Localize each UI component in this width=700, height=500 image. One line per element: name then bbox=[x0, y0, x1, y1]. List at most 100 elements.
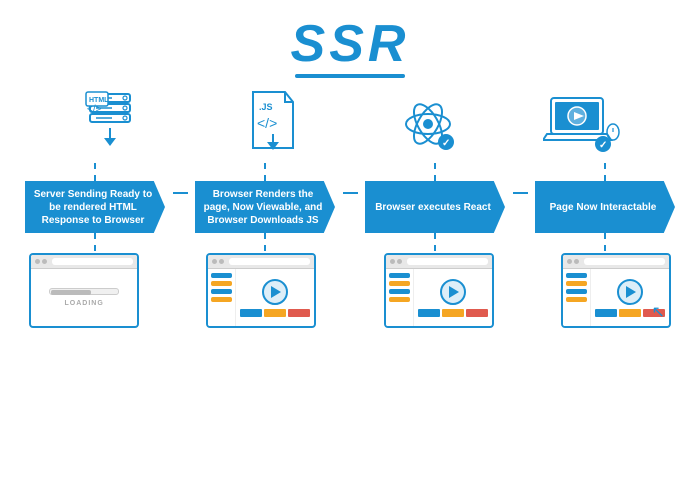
browser2-urlbar bbox=[229, 258, 310, 265]
cb-orange-2 bbox=[264, 309, 286, 317]
step2-label: Browser Renders the page, Now Viewable, … bbox=[203, 188, 323, 227]
sidebar-line-b4-1 bbox=[566, 273, 587, 278]
browser3-bar bbox=[386, 255, 492, 269]
browser3-dot2 bbox=[397, 259, 402, 264]
cb-blue-4 bbox=[595, 309, 617, 317]
browser1-loading: LOADING bbox=[29, 253, 139, 328]
step2-icon: .JS </> bbox=[228, 86, 318, 161]
cb-blue-3 bbox=[418, 309, 440, 317]
browser2-bar bbox=[208, 255, 314, 269]
browser2-sidebar bbox=[208, 269, 236, 326]
browser4-sidebar bbox=[563, 269, 591, 326]
cb-orange-4 bbox=[619, 309, 641, 317]
title-section: SSR bbox=[0, 0, 700, 78]
cb-red-2 bbox=[288, 309, 310, 317]
browser2-content bbox=[208, 269, 314, 326]
browser3-sidebar bbox=[386, 269, 414, 326]
browser4-dot2 bbox=[574, 259, 579, 264]
browser1-dot2 bbox=[42, 259, 47, 264]
browser3-col bbox=[373, 253, 505, 328]
play-button-2 bbox=[262, 279, 288, 305]
browser4-content: ↖ bbox=[563, 269, 669, 326]
play-button-3 bbox=[440, 279, 466, 305]
browser1-urlbar bbox=[52, 258, 133, 265]
cb-red-3 bbox=[466, 309, 488, 317]
play-triangle-3 bbox=[449, 286, 459, 298]
sidebar-line-b3-3 bbox=[389, 289, 410, 294]
color-blocks-2 bbox=[240, 309, 310, 317]
step1-arrow: Server Sending Ready to be rendered HTML… bbox=[25, 181, 165, 233]
svg-text:✓: ✓ bbox=[442, 138, 450, 149]
browser2-col bbox=[195, 253, 327, 328]
step1-label: Server Sending Ready to be rendered HTML… bbox=[33, 188, 153, 227]
dashed-line-1 bbox=[94, 163, 96, 181]
browser3-content bbox=[386, 269, 492, 326]
loading-bar-outer bbox=[49, 288, 119, 295]
browser3-urlbar bbox=[407, 258, 488, 265]
svg-text:</>: </> bbox=[257, 115, 277, 131]
connector-3-4 bbox=[513, 192, 528, 194]
color-blocks-3 bbox=[418, 309, 488, 317]
browser2 bbox=[206, 253, 316, 328]
step4-label: Page Now Interactable bbox=[550, 201, 657, 214]
dashed-line-4b bbox=[604, 233, 606, 251]
connector-1-2 bbox=[173, 192, 188, 194]
play-button-4 bbox=[617, 279, 643, 305]
loading-label: LOADING bbox=[64, 300, 103, 307]
browser4-urlbar bbox=[584, 258, 665, 265]
loading-bar-inner bbox=[51, 290, 91, 295]
step1-icon: HTML </> bbox=[73, 86, 163, 161]
dashed-line-3 bbox=[434, 163, 436, 181]
sidebar-line-b3-2 bbox=[389, 281, 410, 286]
step3-arrow: Browser executes React bbox=[365, 181, 505, 233]
svg-text:HTML: HTML bbox=[89, 97, 109, 104]
sidebar-line-b4-3 bbox=[566, 289, 587, 294]
dashed-line-2 bbox=[264, 163, 266, 181]
step3-icon-col: ✓ bbox=[350, 86, 505, 161]
title-underline bbox=[295, 74, 405, 78]
dashed-line-3b bbox=[434, 233, 436, 251]
sidebar-line-b4-4 bbox=[566, 297, 587, 302]
sidebar-line-2 bbox=[211, 281, 232, 286]
step3-icon: ✓ bbox=[383, 86, 473, 161]
browser4-main: ↖ bbox=[591, 269, 669, 326]
svg-text:.JS: .JS bbox=[259, 102, 273, 112]
browser4-dot1 bbox=[567, 259, 572, 264]
cb-blue-2 bbox=[240, 309, 262, 317]
browser3-dot1 bbox=[390, 259, 395, 264]
connector-2-3 bbox=[343, 192, 358, 194]
icons-row: HTML </> .JS </> bbox=[0, 86, 700, 161]
browser2-dot1 bbox=[212, 259, 217, 264]
browser3 bbox=[384, 253, 494, 328]
sidebar-line-1 bbox=[211, 273, 232, 278]
step4-icon: ✓ bbox=[538, 86, 628, 161]
browser3-main bbox=[414, 269, 492, 326]
browser4-col: ↖ bbox=[550, 253, 682, 328]
browser1-content: LOADING bbox=[31, 269, 137, 326]
dashed-line-4 bbox=[604, 163, 606, 181]
sidebar-line-4 bbox=[211, 297, 232, 302]
browser2-main bbox=[236, 269, 314, 326]
cb-orange-3 bbox=[442, 309, 464, 317]
step2-icon-col: .JS </> bbox=[195, 86, 350, 161]
browser4: ↖ bbox=[561, 253, 671, 328]
arrows-section: Server Sending Ready to be rendered HTML… bbox=[0, 163, 700, 251]
play-triangle-2 bbox=[271, 286, 281, 298]
step4-arrow: Page Now Interactable bbox=[535, 181, 675, 233]
step2-arrow: Browser Renders the page, Now Viewable, … bbox=[195, 181, 335, 233]
browser1-bar bbox=[31, 255, 137, 269]
dashed-line-2b bbox=[264, 233, 266, 251]
browser1-dot1 bbox=[35, 259, 40, 264]
svg-text:</>: </> bbox=[87, 104, 102, 115]
step4-icon-col: ✓ bbox=[505, 86, 660, 161]
step1-icon-col: HTML </> bbox=[40, 86, 195, 161]
browser1-col: LOADING bbox=[18, 253, 150, 328]
cursor-icon: ↖ bbox=[651, 302, 664, 322]
play-triangle-4 bbox=[626, 286, 636, 298]
browser4-bar bbox=[563, 255, 669, 269]
page-title: SSR bbox=[0, 18, 700, 70]
svg-text:✓: ✓ bbox=[599, 140, 607, 151]
sidebar-line-3 bbox=[211, 289, 232, 294]
browser2-dot2 bbox=[219, 259, 224, 264]
browsers-row: LOADING bbox=[0, 253, 700, 328]
